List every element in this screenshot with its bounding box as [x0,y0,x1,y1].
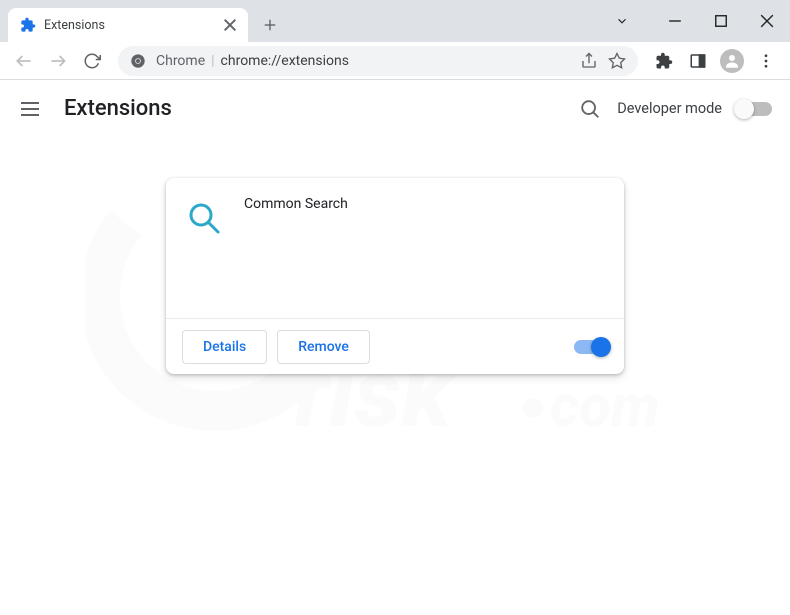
developer-mode-label: Developer mode [617,100,722,117]
window-controls [612,0,790,42]
omnibox-divider: | [211,53,214,69]
puzzle-icon [20,17,36,33]
toolbar: Chrome | chrome://extensions [0,42,790,80]
close-window-button[interactable] [744,0,790,42]
address-bar[interactable]: Chrome | chrome://extensions [118,46,638,76]
page-title: Extensions [64,96,579,121]
tab-extensions[interactable]: Extensions [8,8,248,42]
maximize-button[interactable] [698,0,744,42]
tab-search-button[interactable] [612,0,632,42]
extension-app-icon [186,200,222,236]
extension-card: Common Search Details Remove [166,178,624,374]
search-icon[interactable] [579,98,601,120]
omnibox-url: chrome://extensions [221,53,349,69]
extensions-icon[interactable] [648,45,680,77]
share-icon[interactable] [580,52,598,70]
hamburger-menu-icon[interactable] [18,97,42,121]
page-header: Extensions Developer mode [0,80,790,138]
reload-button[interactable] [76,45,108,77]
back-button[interactable] [8,45,40,77]
menu-button[interactable] [750,45,782,77]
svg-text:com: com [550,373,660,441]
extension-body: Common Search [166,178,624,318]
remove-button[interactable]: Remove [277,330,370,364]
chrome-icon [130,53,146,69]
tab-title: Extensions [44,18,214,33]
extension-footer: Details Remove [166,318,624,374]
bookmark-icon[interactable] [608,52,626,70]
content-area: Common Search Details Remove [0,138,790,374]
new-tab-button[interactable] [256,11,284,39]
omnibox-prefix: Chrome [156,53,205,69]
sidepanel-icon[interactable] [682,45,714,77]
developer-mode-toggle[interactable] [736,102,772,116]
profile-button[interactable] [716,45,748,77]
minimize-button[interactable] [652,0,698,42]
details-button[interactable]: Details [182,330,267,364]
extension-name: Common Search [244,196,348,300]
avatar-icon [720,49,744,73]
forward-button[interactable] [42,45,74,77]
tab-close-button[interactable] [222,17,238,33]
extension-enable-toggle[interactable] [574,340,608,354]
